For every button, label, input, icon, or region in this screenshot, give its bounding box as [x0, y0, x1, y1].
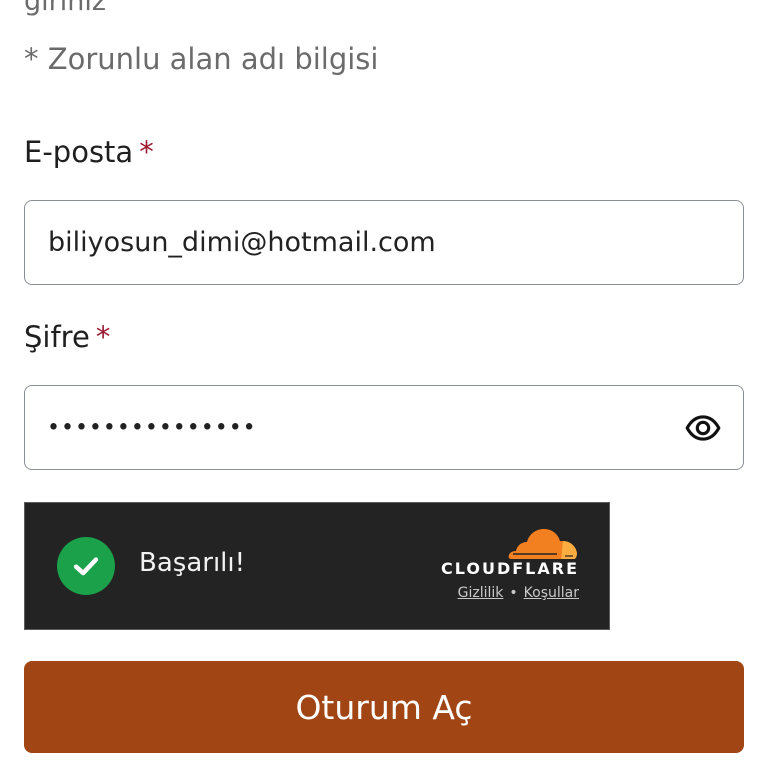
email-label-text: E-posta: [24, 135, 134, 169]
password-required-mark: *: [95, 320, 111, 354]
cloudflare-turnstile-widget: Başarılı! CLOUDFLARE Gizlilik • Koşullar: [24, 502, 610, 630]
show-password-toggle[interactable]: [683, 408, 723, 448]
password-input[interactable]: •••••••••••••••: [24, 385, 744, 470]
email-input-value[interactable]: biliyosun_dimi@hotmail.com: [48, 226, 436, 257]
captcha-status-text: Başarılı!: [139, 548, 246, 578]
checkmark-icon: [73, 557, 99, 576]
password-label-text: Şifre: [24, 320, 90, 354]
cloudflare-links: Gizlilik • Koşullar: [458, 585, 579, 601]
email-label: E-posta *: [24, 135, 154, 169]
cloudflare-cloud-icon: [508, 529, 577, 559]
eye-icon[interactable]: [684, 409, 722, 447]
intro-partial-text: giriniz: [24, 0, 107, 17]
privacy-link[interactable]: Gizlilik: [458, 585, 504, 601]
cloudflare-logo: CLOUDFLARE Gizlilik • Koşullar: [399, 525, 579, 609]
sign-in-button-label[interactable]: Oturum Aç: [295, 688, 472, 727]
email-required-mark: *: [139, 135, 154, 169]
password-label: Şifre *: [24, 320, 110, 354]
check-circle-icon: [57, 537, 115, 595]
cloudflare-wordmark: CLOUDFLARE: [441, 559, 579, 578]
email-input[interactable]: biliyosun_dimi@hotmail.com: [24, 200, 744, 285]
terms-link[interactable]: Koşullar: [524, 585, 579, 601]
required-field-note: * Zorunlu alan adı bilgisi: [24, 42, 379, 76]
password-masked-value[interactable]: •••••••••••••••: [47, 415, 257, 440]
sign-in-button[interactable]: Oturum Aç: [24, 661, 744, 753]
link-separator: •: [509, 585, 518, 601]
